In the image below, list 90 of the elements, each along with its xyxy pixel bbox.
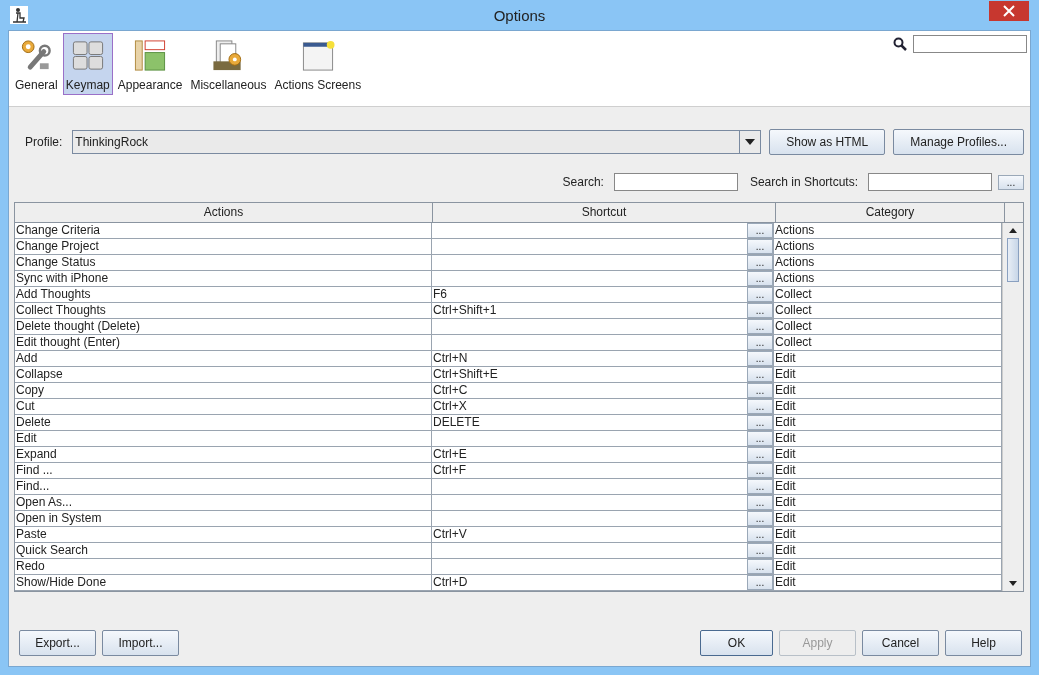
table-cell: Find... [15,479,432,494]
profile-dropdown[interactable]: ThinkingRock [72,130,762,154]
table-cell: Cut [15,399,432,414]
table-cell: Edit thought (Enter) [15,335,432,350]
search-shortcuts-label: Search in Shortcuts: [749,175,858,189]
table-cell: Ctrl+F [433,463,466,477]
more-button[interactable]: ... [998,174,1024,190]
shortcut-search-field[interactable] [868,173,992,191]
profile-button[interactable]: Manage Profiles... [893,129,1024,155]
search-icon [893,37,907,51]
table-cell: Delete [15,415,432,430]
table-cell: Collapse [15,367,432,382]
table-cell: Change Criteria [15,223,432,238]
category-tab[interactable]: General [12,33,61,95]
edit-shortcut-button[interactable]: ... [747,255,773,270]
category-tab[interactable]: Miscellaneous [187,33,270,95]
table-cell: Paste [15,527,432,542]
table-cell: Quick Search [15,543,432,558]
table-cell: Sync with iPhone [15,271,432,286]
scrollbar[interactable] [1002,223,1023,591]
column-header[interactable]: Category [776,203,1005,222]
table-cell: Collect Thoughts [15,303,432,318]
table-cell: Edit [15,431,432,446]
table-cell: Expand [15,447,432,462]
footer-button[interactable]: Help [945,630,1022,656]
table-cell: Change Status [15,255,432,270]
profile-button[interactable]: Show as HTML [769,129,886,155]
scroll-down-icon [1009,581,1017,586]
edit-shortcut-button[interactable]: ... [747,447,773,462]
footer-button[interactable]: Export... [19,630,96,656]
table-cell: Ctrl+C [433,383,468,397]
dropdown-arrow-icon [745,139,756,145]
table-cell: Add [15,351,432,366]
edit-shortcut-button[interactable]: ... [747,335,773,350]
edit-shortcut-button[interactable]: ... [747,479,773,494]
edit-shortcut-button[interactable]: ... [747,383,773,398]
edit-shortcut-button[interactable]: ... [747,319,773,334]
edit-shortcut-button[interactable]: ... [747,463,773,478]
edit-shortcut-button[interactable]: ... [747,511,773,526]
footer-button[interactable]: OK [700,630,773,656]
close-button[interactable] [989,1,1029,21]
edit-shortcut-button[interactable]: ... [747,527,773,542]
close-icon [1003,5,1015,17]
edit-shortcut-button[interactable]: ... [747,495,773,510]
person-icon [10,6,28,24]
search-field[interactable] [913,35,1027,53]
table-cell: F6 [433,287,447,301]
scroll-thumb[interactable] [1007,238,1019,282]
table-cell: Ctrl+N [433,351,468,365]
table-cell: Show/Hide Done [15,575,432,590]
category-tab[interactable]: Actions Screens [271,33,365,95]
table-cell: Ctrl+X [433,399,467,413]
table-cell: Open As... [15,495,432,510]
table-cell: Redo [15,559,432,574]
table-cell: Add Thoughts [15,287,432,302]
footer-button[interactable]: Cancel [862,630,939,656]
column-header[interactable]: Actions [15,203,433,222]
edit-shortcut-button[interactable]: ... [747,223,773,238]
table-cell: Ctrl+E [433,447,467,461]
column-header[interactable]: Shortcut [433,203,776,222]
edit-shortcut-button[interactable]: ... [747,287,773,302]
table-cell: Open in System [15,511,432,526]
edit-shortcut-button[interactable]: ... [747,431,773,446]
table-cell: Change Project [15,239,432,254]
table-cell: Ctrl+D [433,575,468,589]
table-cell: Ctrl+V [433,527,467,541]
edit-shortcut-button[interactable]: ... [747,543,773,558]
table-cell: Ctrl+Shift+1 [433,303,497,317]
search-label: Search: [562,175,604,189]
edit-shortcut-button[interactable]: ... [747,239,773,254]
footer-button[interactable]: Import... [102,630,179,656]
table-cell: Find ... [15,463,432,478]
profile-label: Profile: [25,135,63,149]
edit-shortcut-button[interactable]: ... [747,351,773,366]
edit-shortcut-button[interactable]: ... [747,271,773,286]
edit-shortcut-button[interactable]: ... [747,415,773,430]
table-cell: Ctrl+Shift+E [433,367,498,381]
search-field[interactable] [613,173,738,191]
edit-shortcut-button[interactable]: ... [747,303,773,318]
edit-shortcut-button[interactable]: ... [747,575,773,590]
edit-shortcut-button[interactable]: ... [747,559,773,574]
table-cell: DELETE [433,415,480,429]
edit-shortcut-button[interactable]: ... [747,367,773,382]
category-tab[interactable]: Appearance [114,33,186,95]
window-title: Options [493,6,546,24]
table-cell: Delete thought (Delete) [15,319,432,334]
scroll-up-icon [1009,228,1017,233]
category-tab[interactable]: Keymap [62,33,113,95]
table-cell: Copy [15,383,432,398]
edit-shortcut-button[interactable]: ... [747,399,773,414]
